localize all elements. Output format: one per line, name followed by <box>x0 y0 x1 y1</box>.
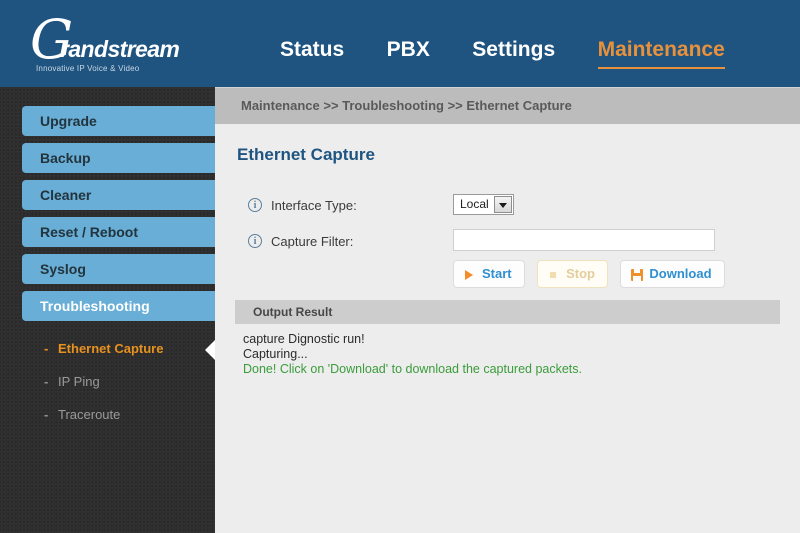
top-header: G randstream Innovative IP Voice & Video… <box>0 0 800 87</box>
play-icon <box>465 270 473 280</box>
main-content: Ethernet Capture i Interface Type: Local… <box>215 124 800 533</box>
sidebar-subitem-traceroute[interactable]: - Traceroute <box>22 403 215 429</box>
interface-type-value: Local <box>460 197 489 211</box>
stop-button-label: Stop <box>566 266 595 281</box>
grandstream-logo[interactable]: G randstream Innovative IP Voice & Video <box>22 12 182 76</box>
sidebar-item-label: Troubleshooting <box>40 298 150 314</box>
nav-item-pbx[interactable]: PBX <box>387 38 430 67</box>
start-button-label: Start <box>482 266 512 281</box>
logo-tagline: Innovative IP Voice & Video <box>36 64 140 73</box>
sidebar-item-label: Cleaner <box>40 187 92 203</box>
sidebar: Upgrade Backup Cleaner Reset / Reboot Sy… <box>0 87 215 533</box>
field-row-capture-filter: i Capture Filter: <box>215 229 800 262</box>
sidebar-subitem-ip-ping[interactable]: - IP Ping <box>22 370 215 396</box>
active-pointer-icon <box>205 339 215 361</box>
sub-dash: - <box>44 374 49 389</box>
field-row-interface-type: i Interface Type: Local <box>215 194 800 226</box>
save-icon <box>631 269 644 281</box>
sub-item-label: Traceroute <box>58 407 121 422</box>
output-result-header: Output Result <box>235 300 780 324</box>
stop-icon <box>550 272 557 278</box>
interface-type-select[interactable]: Local <box>453 194 514 215</box>
output-result-title: Output Result <box>253 305 333 319</box>
output-line: capture Dignostic run! <box>243 332 365 346</box>
stop-button[interactable]: Stop <box>537 260 608 288</box>
chevron-down-icon[interactable] <box>493 196 512 213</box>
info-icon[interactable]: i <box>248 234 262 248</box>
nav-item-status[interactable]: Status <box>280 38 344 67</box>
output-result-body: capture Dignostic run! Capturing... Done… <box>235 324 780 377</box>
sub-dash: - <box>44 407 49 422</box>
output-line: Capturing... <box>243 347 308 361</box>
sidebar-subitem-ethernet-capture[interactable]: - Ethernet Capture <box>22 337 215 363</box>
sidebar-item-reset-reboot[interactable]: Reset / Reboot <box>22 217 215 247</box>
sidebar-item-upgrade[interactable]: Upgrade <box>22 106 215 136</box>
sidebar-item-troubleshooting[interactable]: Troubleshooting <box>22 291 215 321</box>
sub-dash: - <box>44 341 49 356</box>
sidebar-item-syslog[interactable]: Syslog <box>22 254 215 284</box>
field-label-interface-type: Interface Type: <box>271 198 357 213</box>
sidebar-item-label: Syslog <box>40 261 86 277</box>
logo-wordmark: randstream <box>60 36 180 62</box>
sidebar-item-label: Reset / Reboot <box>40 224 139 240</box>
page-title: Ethernet Capture <box>237 145 375 164</box>
capture-filter-input[interactable] <box>453 229 715 251</box>
info-icon[interactable]: i <box>248 198 262 212</box>
breadcrumb: Maintenance >> Troubleshooting >> Ethern… <box>241 98 572 113</box>
sub-item-label: IP Ping <box>58 374 100 389</box>
sidebar-item-label: Upgrade <box>40 113 97 129</box>
sidebar-item-cleaner[interactable]: Cleaner <box>22 180 215 210</box>
sidebar-item-label: Backup <box>40 150 91 166</box>
breadcrumb-bar: Maintenance >> Troubleshooting >> Ethern… <box>215 87 800 124</box>
action-button-row: Start Stop Download <box>453 260 733 288</box>
download-button-label: Download <box>649 266 712 281</box>
sub-item-label: Ethernet Capture <box>58 341 164 356</box>
output-line: Done! Click on 'Download' to download th… <box>243 362 583 376</box>
nav-item-maintenance[interactable]: Maintenance <box>597 38 725 69</box>
sidebar-item-backup[interactable]: Backup <box>22 143 215 173</box>
field-label-capture-filter: Capture Filter: <box>271 234 354 249</box>
download-button[interactable]: Download <box>620 260 725 288</box>
main-nav: Status PBX Settings Maintenance <box>280 38 725 78</box>
start-button[interactable]: Start <box>453 260 525 288</box>
nav-item-settings[interactable]: Settings <box>472 38 555 67</box>
